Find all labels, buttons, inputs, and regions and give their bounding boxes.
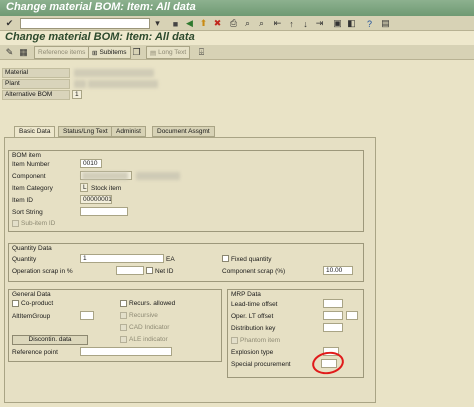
prev-page-icon[interactable]: ↑	[286, 18, 297, 29]
exit-icon[interactable]: ⬆	[198, 18, 209, 29]
group-title: MRP Data	[229, 291, 263, 298]
component-value	[82, 172, 128, 180]
quantity-data-group: Quantity Data	[8, 243, 364, 282]
component-label: Component	[12, 173, 46, 180]
sub-item-id-label: Sub-item ID	[21, 220, 56, 227]
help-icon[interactable]: ?	[364, 18, 375, 29]
long-text-button[interactable]: ▤ Long Text	[146, 46, 191, 59]
operation-scrap-input[interactable]	[116, 266, 144, 275]
first-page-icon[interactable]: ⇤	[272, 18, 283, 29]
quantity-label: Quantity	[12, 256, 37, 263]
fixed-quantity-checkbox[interactable]	[222, 255, 229, 262]
oper-lt-offset-label: Oper. LT offset	[231, 313, 274, 320]
enter-icon[interactable]: ✔	[4, 18, 15, 29]
layout-menu-icon[interactable]: ▤	[380, 18, 391, 29]
page-title: Change material BOM: Item: All data	[0, 31, 474, 45]
item-number-input[interactable]: 0010	[80, 159, 102, 168]
application-toolbar: ✎ ▦ Reference items ⊞ Subitems ❐ ▤ Long …	[0, 45, 474, 60]
new-session-icon[interactable]: ▣	[332, 18, 343, 29]
material-value	[74, 69, 154, 77]
lead-time-offset-input[interactable]	[323, 299, 343, 308]
phantom-item-label: Phantom item	[240, 337, 281, 344]
recurs-allowed-label: Recurs. allowed	[129, 300, 176, 307]
tab-administ[interactable]: Administ	[111, 126, 146, 137]
special-procurement-label: Special procurement	[231, 361, 291, 368]
bom-item-group: BOM item	[8, 150, 364, 232]
command-field[interactable]	[20, 18, 150, 29]
find-next-icon[interactable]: ⌕	[256, 18, 267, 29]
display-change-icon[interactable]: ✎	[4, 47, 15, 58]
last-page-icon[interactable]: ⇥	[314, 18, 325, 29]
window-title: Change material BOM: Item: All data	[0, 0, 474, 16]
dropdown-icon[interactable]: ▾	[152, 18, 163, 29]
copy-icon[interactable]: ❐	[131, 47, 142, 58]
operation-scrap-label: Operation scrap in %	[12, 268, 73, 275]
item-number-label: Item Number	[12, 161, 50, 168]
alt-item-group-label: AltItemGroup	[12, 313, 51, 320]
distribution-key-label: Distribution key	[231, 325, 276, 332]
ale-indicator-label: ALE indicator	[129, 336, 168, 343]
item-category-text: Stock item	[91, 185, 122, 192]
distribution-key-input[interactable]	[323, 323, 343, 332]
sort-string-input[interactable]	[80, 207, 128, 216]
co-product-label: Co-product	[21, 300, 54, 307]
component-description	[136, 172, 180, 180]
component-scrap-input[interactable]: 10.00	[323, 266, 353, 275]
header-overview-icon[interactable]: ▦	[18, 47, 29, 58]
item-id-label: Item ID	[12, 197, 33, 204]
net-id-checkbox[interactable]	[146, 267, 153, 274]
find-icon[interactable]: ⌕	[242, 18, 253, 29]
discontin-data-button[interactable]: Discontin. data	[12, 335, 88, 345]
component-scrap-label: Component scrap (%)	[222, 268, 286, 275]
plant-value	[74, 80, 86, 88]
item-category-input: L	[80, 183, 88, 192]
alt-bom-value: 1	[72, 90, 82, 99]
plant-label: Plant	[2, 79, 70, 89]
recursive-label: Recursive	[129, 312, 158, 319]
co-product-checkbox[interactable]	[12, 300, 19, 307]
item-id-input: 00000001	[80, 195, 112, 204]
alt-item-group-input[interactable]	[80, 311, 94, 320]
group-title: BOM item	[10, 152, 43, 159]
explosion-type-label: Explosion type	[231, 349, 274, 356]
subitems-icon: ⊞	[92, 49, 98, 57]
long-text-icon: ▤	[150, 49, 157, 57]
material-label: Material	[2, 68, 70, 78]
tab-status-lng-text[interactable]: Status/Lng Text	[58, 126, 113, 137]
cad-indicator-checkbox	[120, 324, 127, 331]
sort-string-label: Sort String	[12, 209, 43, 216]
save-icon[interactable]: ■	[170, 18, 181, 29]
quantity-input[interactable]: 1	[80, 254, 164, 263]
alt-bom-label: Alternative BOM	[2, 90, 70, 100]
reference-point-input[interactable]	[80, 347, 172, 356]
tab-document-assgmt[interactable]: Document Assgmt	[152, 126, 215, 137]
system-toolbar: ✔ ▾ ■ ◀ ⬆ ✖ ⎙ ⌕ ⌕ ⇤ ↑ ↓ ⇥ ▣ ◧ ? ▤	[0, 16, 474, 31]
net-id-label: Net ID	[155, 268, 174, 275]
reference-point-label: Reference point	[12, 349, 58, 356]
subitems-button[interactable]: ⊞ Subitems	[88, 46, 131, 59]
oper-lt-offset-input[interactable]	[323, 311, 343, 320]
lead-time-offset-label: Lead-time offset	[231, 301, 278, 308]
group-title: Quantity Data	[10, 245, 54, 252]
material-description	[88, 80, 158, 88]
attachment-icon[interactable]: ⌹	[196, 47, 207, 58]
recurs-allowed-checkbox[interactable]	[120, 300, 127, 307]
print-icon[interactable]: ⎙	[228, 18, 239, 29]
reference-items-button[interactable]: Reference items	[34, 46, 90, 59]
item-category-label: Item Category	[12, 185, 53, 192]
sub-item-id-checkbox	[12, 220, 19, 227]
next-page-icon[interactable]: ↓	[300, 18, 311, 29]
back-icon[interactable]: ◀	[184, 18, 195, 29]
fixed-quantity-label: Fixed quantity	[231, 256, 272, 263]
ale-indicator-checkbox	[120, 336, 127, 343]
cad-indicator-label: CAD Indicator	[129, 324, 170, 331]
unit-value: EA	[166, 256, 175, 263]
recursive-checkbox	[120, 312, 127, 319]
shortcut-icon[interactable]: ◧	[346, 18, 357, 29]
cancel-icon[interactable]: ✖	[212, 18, 223, 29]
phantom-item-checkbox	[231, 337, 238, 344]
group-title: General Data	[10, 291, 53, 298]
oper-lt-unit-input[interactable]	[346, 311, 358, 320]
